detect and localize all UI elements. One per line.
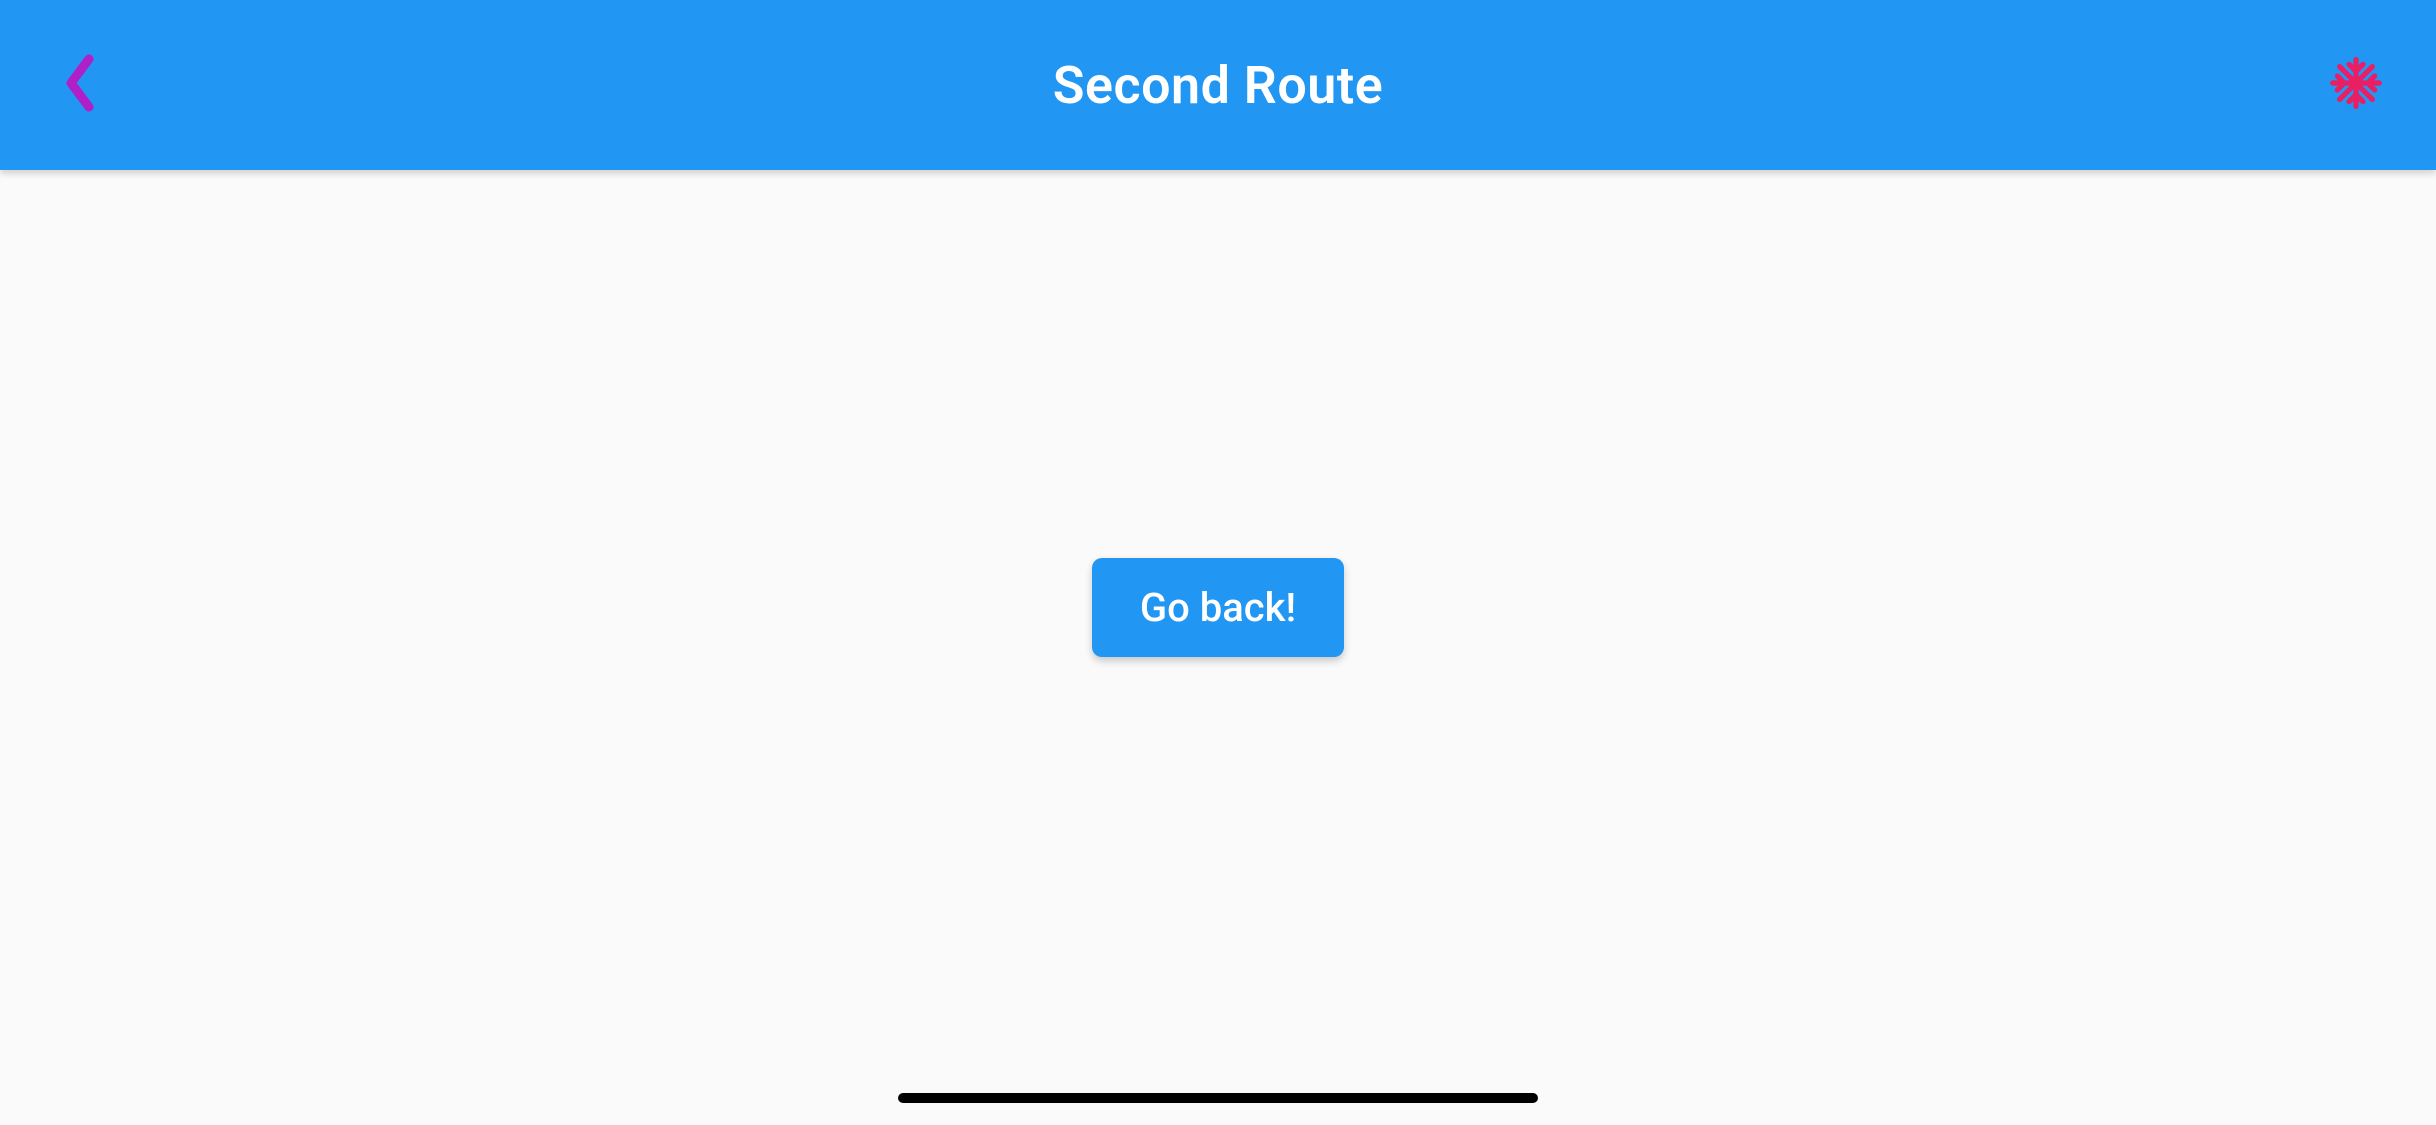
app-bar: Second Route [0,0,2436,170]
home-indicator[interactable] [898,1093,1538,1103]
action-button[interactable] [2316,45,2396,125]
chevron-left-icon [60,53,100,117]
back-button[interactable] [40,45,120,125]
snowflake-icon [2328,55,2384,115]
page-title: Second Route [1053,55,1383,116]
main-content: Go back! [0,170,2436,1125]
go-back-button[interactable]: Go back! [1092,558,1344,657]
